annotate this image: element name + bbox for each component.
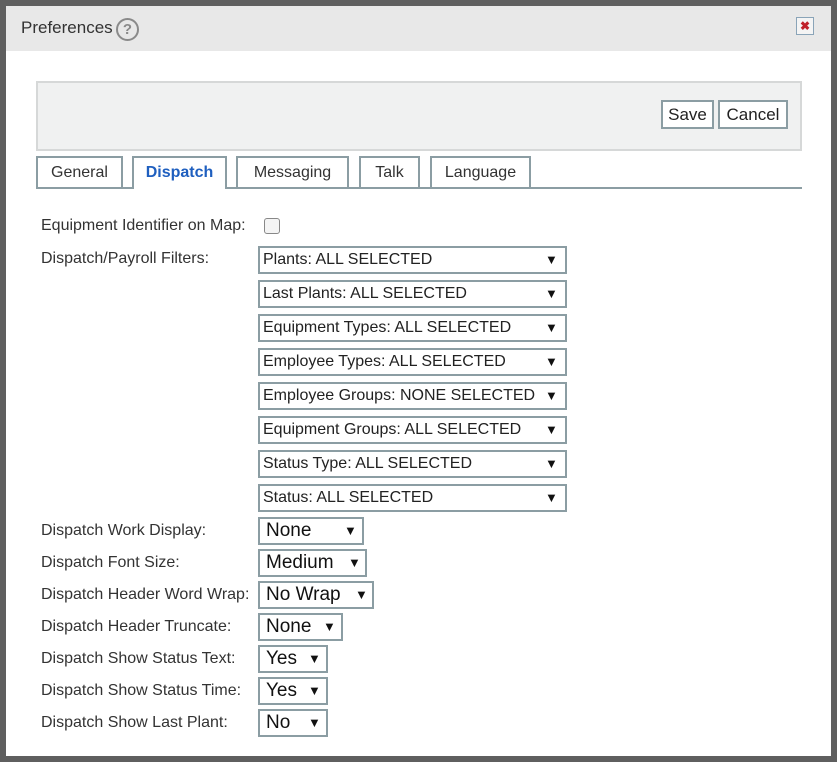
- dropdown-arrow-icon: ▼: [545, 456, 558, 471]
- select-value: Employee Types: ALL SELECTED: [263, 353, 506, 370]
- employee-types-filter-select[interactable]: Employee Types: ALL SELECTED ▼: [258, 348, 567, 376]
- employee-groups-filter-select[interactable]: Employee Groups: NONE SELECTED ▼: [258, 382, 567, 410]
- select-value: Last Plants: ALL SELECTED: [263, 285, 467, 302]
- equipment-identifier-checkbox[interactable]: [264, 218, 280, 234]
- status-type-filter-select[interactable]: Status Type: ALL SELECTED ▼: [258, 450, 567, 478]
- dropdown-arrow-icon: ▼: [545, 252, 558, 267]
- dialog-title: Preferences: [21, 18, 113, 37]
- select-value: Plants: ALL SELECTED: [263, 251, 433, 268]
- font-size-select[interactable]: Medium ▼: [258, 549, 367, 577]
- select-value: Equipment Groups: ALL SELECTED: [263, 421, 522, 438]
- dropdown-arrow-icon: ▼: [308, 651, 321, 666]
- last-plants-filter-select[interactable]: Last Plants: ALL SELECTED ▼: [258, 280, 567, 308]
- tab-talk[interactable]: Talk: [359, 156, 420, 187]
- close-icon[interactable]: ✖: [796, 17, 814, 35]
- show-last-plant-label: Dispatch Show Last Plant:: [41, 714, 228, 731]
- dropdown-arrow-icon: ▼: [344, 523, 357, 538]
- select-value: Medium: [266, 552, 334, 573]
- dropdown-arrow-icon: ▼: [348, 555, 361, 570]
- status-filter-select[interactable]: Status: ALL SELECTED ▼: [258, 484, 567, 512]
- dropdown-arrow-icon: ▼: [545, 286, 558, 301]
- action-toolbar: Save Cancel: [36, 81, 802, 151]
- tab-messaging[interactable]: Messaging: [236, 156, 349, 187]
- select-value: No Wrap: [266, 584, 341, 605]
- title-bar: Preferences ? ✖: [6, 6, 831, 51]
- dropdown-arrow-icon: ▼: [545, 490, 558, 505]
- equipment-groups-filter-select[interactable]: Equipment Groups: ALL SELECTED ▼: [258, 416, 567, 444]
- show-status-time-select[interactable]: Yes ▼: [258, 677, 328, 705]
- preferences-dialog: Preferences ? ✖ Save Cancel General Disp…: [6, 6, 831, 756]
- dropdown-arrow-icon: ▼: [308, 715, 321, 730]
- dropdown-arrow-icon: ▼: [545, 320, 558, 335]
- work-display-select[interactable]: None ▼: [258, 517, 364, 545]
- header-word-wrap-label: Dispatch Header Word Wrap:: [41, 586, 250, 603]
- dropdown-arrow-icon: ▼: [308, 683, 321, 698]
- tab-dispatch[interactable]: Dispatch: [132, 156, 227, 189]
- dropdown-arrow-icon: ▼: [355, 587, 368, 602]
- show-last-plant-select[interactable]: No ▼: [258, 709, 328, 737]
- header-truncate-select[interactable]: None ▼: [258, 613, 343, 641]
- cancel-button[interactable]: Cancel: [718, 100, 788, 129]
- header-word-wrap-select[interactable]: No Wrap ▼: [258, 581, 374, 609]
- tab-language[interactable]: Language: [430, 156, 531, 187]
- select-value: Yes: [266, 680, 297, 701]
- select-value: None: [266, 616, 312, 637]
- filters-label: Dispatch/Payroll Filters:: [41, 250, 210, 267]
- save-button[interactable]: Save: [661, 100, 714, 129]
- dropdown-arrow-icon: ▼: [545, 354, 558, 369]
- tab-general[interactable]: General: [36, 156, 123, 187]
- show-status-text-select[interactable]: Yes ▼: [258, 645, 328, 673]
- font-size-label: Dispatch Font Size:: [41, 554, 180, 571]
- work-display-label: Dispatch Work Display:: [41, 522, 207, 539]
- dropdown-arrow-icon: ▼: [545, 388, 558, 403]
- select-value: None: [266, 520, 312, 541]
- select-value: Status Type: ALL SELECTED: [263, 455, 472, 472]
- show-status-text-label: Dispatch Show Status Text:: [41, 650, 236, 667]
- dropdown-arrow-icon: ▼: [545, 422, 558, 437]
- equipment-types-filter-select[interactable]: Equipment Types: ALL SELECTED ▼: [258, 314, 567, 342]
- show-status-time-label: Dispatch Show Status Time:: [41, 682, 242, 699]
- select-value: Yes: [266, 648, 297, 669]
- select-value: Status: ALL SELECTED: [263, 489, 434, 506]
- header-truncate-label: Dispatch Header Truncate:: [41, 618, 232, 635]
- select-value: Equipment Types: ALL SELECTED: [263, 319, 512, 336]
- select-value: Employee Groups: NONE SELECTED: [263, 387, 536, 404]
- select-value: No: [266, 712, 291, 733]
- help-icon[interactable]: ?: [116, 18, 139, 41]
- plants-filter-select[interactable]: Plants: ALL SELECTED ▼: [258, 246, 567, 274]
- equipment-identifier-label: Equipment Identifier on Map:: [41, 217, 246, 234]
- tab-bar: General Dispatch Messaging Talk Language: [36, 156, 802, 189]
- dropdown-arrow-icon: ▼: [323, 619, 336, 634]
